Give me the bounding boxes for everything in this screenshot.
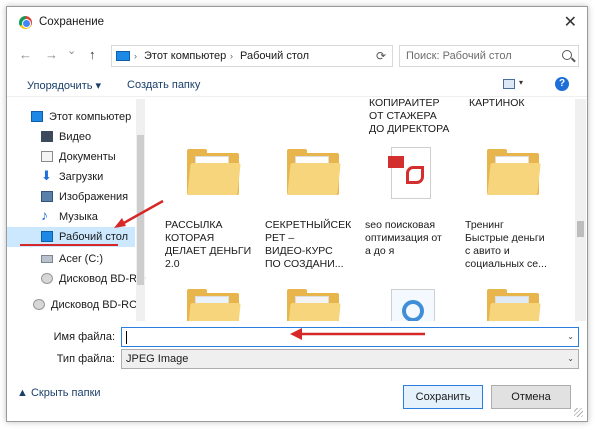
folder-item[interactable]: Тренинг Быстрые деньги с авито и социаль… [465,147,561,277]
search-placeholder: Поиск: Рабочий стол [406,50,512,62]
sidebar-item-desktop[interactable]: Рабочий стол [7,227,135,247]
sidebar-item-label: Дисковод BD-ROI [51,299,141,311]
filetype-label: Тип файла: [56,353,115,365]
folder-icon [487,149,541,195]
breadcrumb-separator-icon: › [230,51,233,61]
breadcrumb-desktop[interactable]: Рабочий стол [240,50,309,62]
pdf-icon [388,147,431,199]
view-dropdown-icon[interactable]: ▾ [519,78,523,87]
file-item-label-partial[interactable]: КАРТИНОК [469,99,565,110]
folder-item[interactable]: РАССЫЛКА КОТОРАЯ ДЕЛАЕТ ДЕНЬГИ 2.0 [165,147,261,277]
view-options-icon[interactable] [503,79,515,89]
desktop-icon [41,231,53,242]
sidebar-item-label: Музыка [59,211,98,223]
filetype-select[interactable]: JPEG Image ⌄ [121,349,579,369]
sidebar-item-label: Документы [59,151,116,163]
search-icon [562,50,572,60]
filetype-row: Тип файла: JPEG Image ⌄ [7,349,587,371]
chevron-down-icon[interactable]: ⌄ [567,332,574,341]
search-input[interactable]: Поиск: Рабочий стол [399,45,579,67]
save-button[interactable]: Сохранить [403,385,483,409]
refresh-icon[interactable]: ⟳ [376,49,386,63]
sidebar-item-label: Загрузки [59,171,104,183]
sidebar-item-pictures[interactable]: Изображения [7,187,135,207]
sidebar-scroll-thumb[interactable] [137,135,144,285]
close-button[interactable]: ✕ [564,12,577,32]
window-title: Сохранение [39,16,105,28]
title-bar: Сохранение ✕ [7,7,587,37]
sidebar-item-drive-c[interactable]: Acer (C:) [7,249,135,269]
video-icon [41,131,53,142]
sidebar-item-this-pc[interactable]: Этот компьютер [7,107,135,127]
sidebar-item-label: Видео [59,131,92,143]
pc-icon [116,51,130,61]
sidebar-item-label: Рабочий стол [59,231,129,243]
image-file-icon[interactable] [391,289,435,321]
file-item-label: Тренинг Быстрые деньги с авито и социаль… [465,219,547,270]
disc-icon [41,273,53,284]
command-bar: Упорядочить ▾ Создать папку ▾ ? [7,73,587,97]
folder-icon[interactable] [287,289,341,321]
organize-button[interactable]: Упорядочить ▾ [27,79,101,92]
address-bar[interactable]: › Этот компьютер › Рабочий стол ⟳ [111,45,393,67]
hide-folders-button[interactable]: ▲ Скрыть папки [17,387,101,399]
folder-icon[interactable] [187,289,241,321]
sidebar-item-label: Acer (C:) [59,253,103,265]
folder-icon[interactable] [487,289,541,321]
filename-row: Имя файла: ⌄ [7,327,587,349]
save-dialog: Сохранение ✕ ← → ⌄ ↑ › Этот компьютер › … [6,6,588,422]
help-icon[interactable]: ? [555,77,569,91]
disc-icon [33,299,45,310]
cancel-button[interactable]: Отмена [491,385,571,409]
sidebar-scrollbar[interactable] [136,99,145,321]
pdf-file-item[interactable]: seo поисковая оптимизация от а до я [365,147,461,277]
chrome-icon [19,16,32,29]
folder-icon [187,149,241,195]
chevron-down-icon: ⌄ [567,354,574,363]
file-item-label: РАССЫЛКА КОТОРАЯ ДЕЛАЕТ ДЕНЬГИ 2.0 [165,219,252,270]
resize-grip-icon[interactable] [574,408,583,417]
file-item-label-partial[interactable]: КОПИРАЙТЕР ОТ СТАЖЕРА ДО ДИРЕКТОРА [369,99,465,136]
pictures-icon [41,191,53,202]
sidebar-item-video[interactable]: Видео [7,127,135,147]
text-caret [126,331,127,344]
documents-icon [41,151,53,162]
sidebar-item-bd-rom-1[interactable]: Дисковод BD-RO [7,269,146,289]
sidebar-item-music[interactable]: ♪ Музыка [7,207,135,227]
file-item-label: СЕКРЕТНЫЙСЕК РЕТ – ВИДЕО-КУРС ПО СОЗДАНИ… [265,219,352,270]
downloads-icon: ⬇ [41,168,52,183]
sidebar-item-downloads[interactable]: ⬇ Загрузки [7,167,135,187]
file-item-label: seo поисковая оптимизация от а до я [365,219,442,257]
sidebar-item-label: Дисковод BD-RO [59,273,146,285]
folder-icon [287,149,341,195]
sidebar-item-documents[interactable]: Документы [7,147,135,167]
forward-arrow-icon[interactable]: → [45,47,58,62]
history-dropdown-icon[interactable]: ⌄ [67,44,76,57]
filename-input[interactable]: ⌄ [121,327,579,347]
back-arrow-icon[interactable]: ← [19,47,32,62]
folder-item[interactable]: СЕКРЕТНЫЙСЕК РЕТ – ВИДЕО-КУРС ПО СОЗДАНИ… [265,147,361,277]
file-list-scroll-thumb[interactable] [577,221,584,237]
file-list: КОПИРАЙТЕР ОТ СТАЖЕРА ДО ДИРЕКТОРА КАРТИ… [147,99,587,321]
file-list-scrollbar[interactable] [575,99,586,321]
address-row: ← → ⌄ ↑ › Этот компьютер › Рабочий стол … [7,43,587,69]
drive-icon [41,255,53,263]
navigation-pane: Этот компьютер Видео Документы ⬇ Загрузк… [7,99,146,321]
up-arrow-icon[interactable]: ↑ [89,47,96,62]
breadcrumb-separator-icon: › [134,51,137,61]
music-icon: ♪ [41,207,48,223]
new-folder-button[interactable]: Создать папку [127,79,200,91]
sidebar-item-label: Изображения [59,191,129,203]
sidebar-item-bd-rom-2[interactable]: Дисковод BD-ROI [7,295,141,315]
filetype-value: JPEG Image [126,353,189,365]
breadcrumb-this-pc[interactable]: Этот компьютер [144,50,226,62]
filename-label: Имя файла: [53,331,115,343]
pc-icon [31,111,43,122]
sidebar-item-label: Этот компьютер [49,111,132,123]
